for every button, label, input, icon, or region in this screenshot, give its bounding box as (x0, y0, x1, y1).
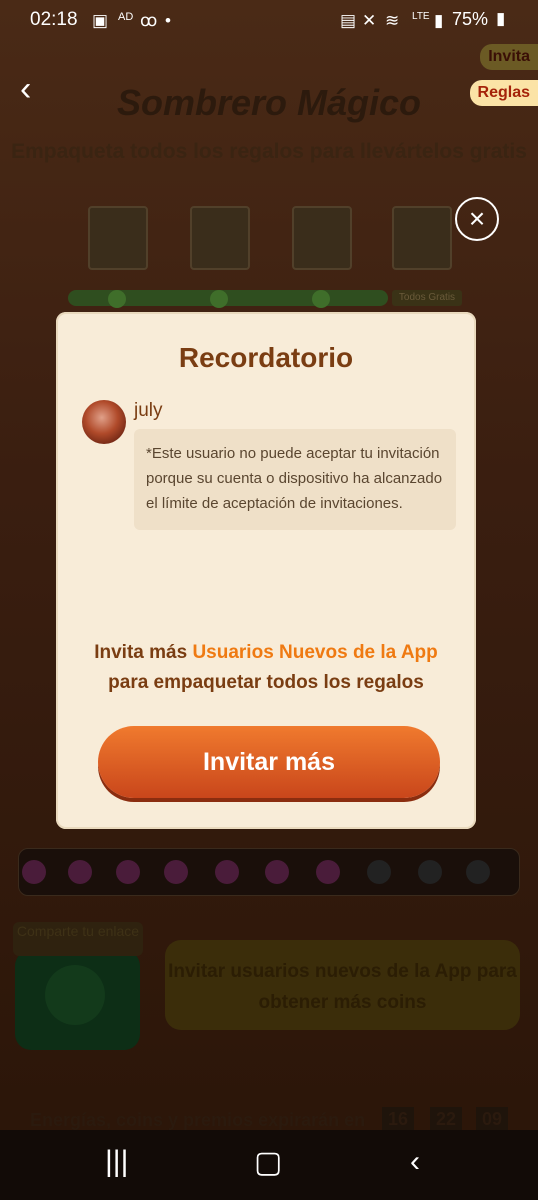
signal-icon: ▮ (434, 11, 444, 30)
timer-hours: 16 (382, 1107, 415, 1132)
invite-users-button[interactable]: Invitar usuarios nuevos de la App para o… (165, 940, 520, 1030)
gift-item (292, 206, 352, 270)
dialog-title: Recordatorio (178, 342, 354, 373)
progress-dot (367, 860, 391, 884)
invite-suffix: para empaquetar todos los regalos (108, 672, 424, 693)
page-subtitle: Empaqueta todos los regalos para llevárt… (11, 140, 527, 163)
reminder-dialog: Recordatorio july *Este usuario no puede… (56, 312, 476, 829)
mute-icon: ✕ (362, 11, 377, 30)
gift-item (392, 206, 452, 270)
check-icon (210, 290, 228, 308)
wifi-icon: ≋ (385, 11, 400, 30)
dot-icon: • (165, 11, 171, 30)
message-bubble: *Este usuario no puede aceptar tu invita… (134, 429, 456, 530)
whatsapp-icon (45, 965, 105, 1025)
gallery-icon: ▣ (92, 11, 109, 30)
invita-pill[interactable]: Invita (480, 44, 538, 70)
home-icon[interactable]: ▢ (254, 1145, 282, 1180)
progress-dot (68, 860, 92, 884)
check-icon (312, 290, 330, 308)
share-label: Comparte tu enlace (13, 922, 143, 956)
progress-dot (215, 860, 239, 884)
recent-apps-icon[interactable]: ||| (105, 1145, 128, 1179)
ad-icon: AD (118, 11, 134, 23)
page-title: Sombrero Mágico (116, 82, 422, 123)
invite-text: Invita más Usuarios Nuevos de la App par… (56, 638, 476, 698)
battery-percent: 75% (451, 9, 488, 29)
status-time: 02:18 (30, 9, 78, 30)
back-nav-icon[interactable]: ‹ (410, 1145, 420, 1179)
check-icon (108, 290, 126, 308)
invite-prefix: Invita más (94, 642, 193, 663)
progress-dot (116, 860, 140, 884)
timer-seconds: 09 (476, 1107, 509, 1132)
invitar-mas-button[interactable]: Invitar más (98, 726, 440, 798)
invite-highlight: Usuarios Nuevos de la App (192, 642, 438, 663)
username: july (134, 400, 163, 421)
close-icon[interactable]: × (455, 197, 499, 241)
progress-dot (164, 860, 188, 884)
volte-icon: LTE (412, 11, 430, 22)
progress-dot (22, 860, 46, 884)
battery-icon: ▮ (496, 9, 506, 28)
battery-saver-icon: ▤ (340, 11, 357, 30)
progress-dot (265, 860, 289, 884)
avatar (82, 400, 126, 444)
progress-dot (466, 860, 490, 884)
todos-gratis-label: Todos Gratis (392, 290, 462, 306)
progress-dot (316, 860, 340, 884)
expire-text: Energías, coins y premios expirarán en (30, 1110, 366, 1130)
gift-item (88, 206, 148, 270)
gift-item (190, 206, 250, 270)
progress-dot (418, 860, 442, 884)
voicemail-icon: ꝏ (140, 11, 158, 30)
reglas-pill[interactable]: Reglas (469, 80, 538, 106)
status-bar: 02:18 ▣ AD ꝏ • ▤ ✕ ≋ LTE ▮ 75% ▮ (0, 0, 538, 38)
timer-minutes: 22 (430, 1107, 463, 1132)
